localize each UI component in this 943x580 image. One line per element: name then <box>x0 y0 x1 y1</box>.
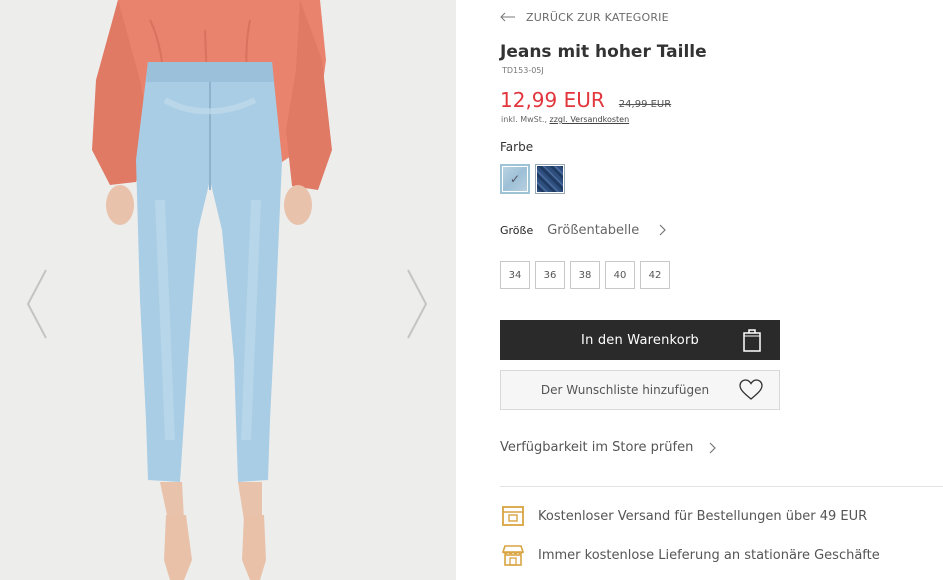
product-image <box>0 0 456 580</box>
store-icon <box>501 545 525 566</box>
color-label: Farbe <box>500 140 534 154</box>
size-options: 34 36 38 40 42 <box>500 261 670 289</box>
product-details: ZURÜCK ZUR KATEGORIE Jeans mit hoher Tai… <box>500 0 943 580</box>
back-to-category-link[interactable]: ZURÜCK ZUR KATEGORIE <box>500 9 669 25</box>
size-option-36[interactable]: 36 <box>535 261 565 289</box>
free-shipping-text: Kostenloser Versand für Bestellungen übe… <box>538 508 868 524</box>
shipping-costs-link[interactable]: zzgl. Versandkosten <box>550 115 630 124</box>
heart-icon <box>739 379 763 400</box>
chevron-right-icon <box>407 269 428 339</box>
vat-text: inkl. MwSt., <box>501 115 547 124</box>
shopping-bag-icon <box>743 329 761 352</box>
current-price: 12,99 EUR <box>500 88 605 112</box>
wishlist-label: Der Wunschliste hinzufügen <box>540 383 710 397</box>
gallery-prev-button[interactable] <box>24 268 50 340</box>
vat-info: inkl. MwSt., zzgl. Versandkosten <box>501 115 629 124</box>
price-row: 12,99 EUR 24,99 EUR <box>500 88 671 112</box>
delivery-box-icon <box>502 506 524 526</box>
product-sku: TD153-05J <box>502 66 544 75</box>
chevron-right-icon <box>659 224 667 236</box>
arrow-left-icon <box>500 12 515 22</box>
chevron-left-icon <box>26 269 47 339</box>
store-delivery-text: Immer kostenlose Lieferung an stationäre… <box>538 547 880 563</box>
add-to-cart-button[interactable]: In den Warenkorb <box>500 320 780 360</box>
checkmark-icon: ✓ <box>509 172 521 186</box>
add-to-wishlist-button[interactable]: Der Wunschliste hinzufügen <box>500 370 780 410</box>
size-option-38[interactable]: 38 <box>570 261 600 289</box>
chevron-right-icon <box>709 442 717 453</box>
back-link-label: ZURÜCK ZUR KATEGORIE <box>526 10 669 24</box>
color-swatch-dark-blue[interactable] <box>535 164 565 194</box>
product-gallery <box>0 0 456 580</box>
product-title: Jeans mit hoher Taille <box>500 42 707 62</box>
size-option-34[interactable]: 34 <box>500 261 530 289</box>
store-availability-link[interactable]: Verfügbarkeit im Store prüfen <box>500 440 717 455</box>
store-availability-label: Verfügbarkeit im Store prüfen <box>500 440 694 455</box>
size-option-40[interactable]: 40 <box>605 261 635 289</box>
free-shipping-benefit: Kostenloser Versand für Bestellungen übe… <box>500 504 867 528</box>
store-delivery-benefit: Immer kostenlose Lieferung an stationäre… <box>500 543 880 567</box>
size-chart-link[interactable]: Größentabelle <box>547 223 639 238</box>
divider <box>500 486 943 487</box>
size-option-42[interactable]: 42 <box>640 261 670 289</box>
add-to-cart-label: In den Warenkorb <box>581 332 699 348</box>
size-label: Größe <box>500 223 534 237</box>
color-swatch-light-blue[interactable]: ✓ <box>500 164 530 194</box>
gallery-next-button[interactable] <box>404 268 430 340</box>
size-row: Größe Größentabelle <box>500 220 667 240</box>
old-price: 24,99 EUR <box>618 99 672 110</box>
